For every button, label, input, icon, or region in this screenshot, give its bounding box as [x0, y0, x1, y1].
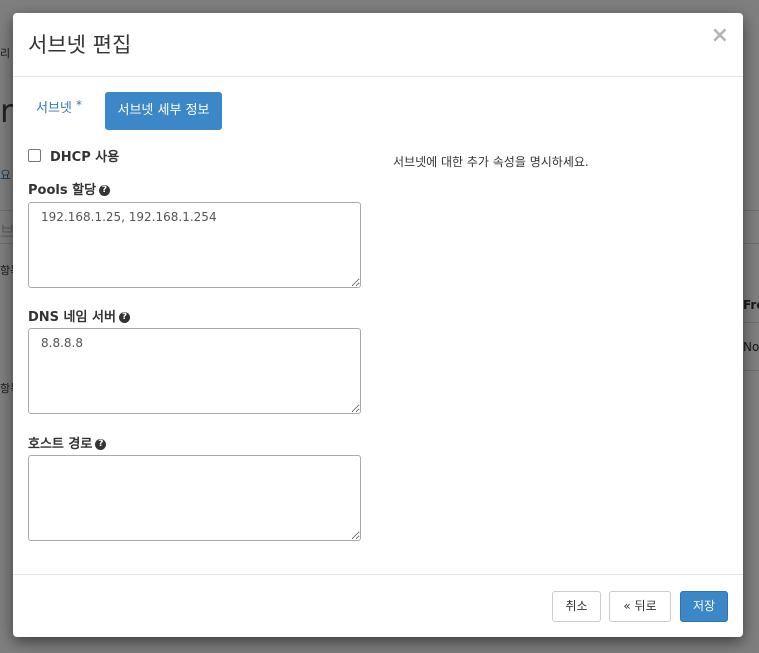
pools-textarea[interactable]: 192.168.1.25, 192.168.1.254	[28, 202, 361, 288]
modal-header: 서브넷 편집 ×	[13, 13, 743, 77]
required-mark: *	[76, 98, 83, 112]
modal-footer: 취소 « 뒤로 저장	[13, 574, 743, 637]
cancel-button[interactable]: 취소	[552, 591, 601, 622]
host-routes-label-text: 호스트 경로	[28, 437, 93, 452]
host-routes-label: 호스트 경로?	[28, 433, 107, 452]
tab-subnet[interactable]: 서브넷 *	[28, 92, 90, 130]
dhcp-label: DHCP 사용	[50, 150, 120, 165]
dns-label-text: DNS 네임 서버	[28, 310, 116, 325]
tab-subnet-details-label: 서브넷 세부 정보	[117, 103, 210, 118]
pools-label: Pools 할당?	[28, 179, 111, 198]
save-button[interactable]: 저장	[680, 591, 728, 622]
dns-textarea[interactable]: 8.8.8.8	[28, 328, 361, 414]
dhcp-checkbox[interactable]	[28, 149, 41, 162]
close-icon[interactable]: ×	[711, 25, 729, 47]
tab-subnet-label: 서브넷	[35, 101, 72, 116]
help-icon[interactable]: ?	[95, 439, 107, 450]
tab-subnet-details[interactable]: 서브넷 세부 정보	[105, 92, 222, 130]
pools-label-text: Pools 할당	[28, 183, 97, 198]
back-button[interactable]: « 뒤로	[609, 591, 671, 622]
help-icon[interactable]: ?	[99, 185, 111, 196]
modal-title: 서브넷 편집	[28, 33, 132, 57]
help-description: 서브넷에 대한 추가 속성을 명시하세요.	[393, 155, 589, 169]
help-icon[interactable]: ?	[118, 312, 130, 323]
edit-subnet-modal: 서브넷 편집 × 서브넷 * 서브넷 세부 정보 DHCP 사용 Pools 할…	[13, 13, 743, 637]
dns-label: DNS 네임 서버?	[28, 306, 130, 325]
host-routes-textarea[interactable]	[28, 455, 361, 541]
dhcp-field: DHCP 사용	[28, 146, 119, 165]
